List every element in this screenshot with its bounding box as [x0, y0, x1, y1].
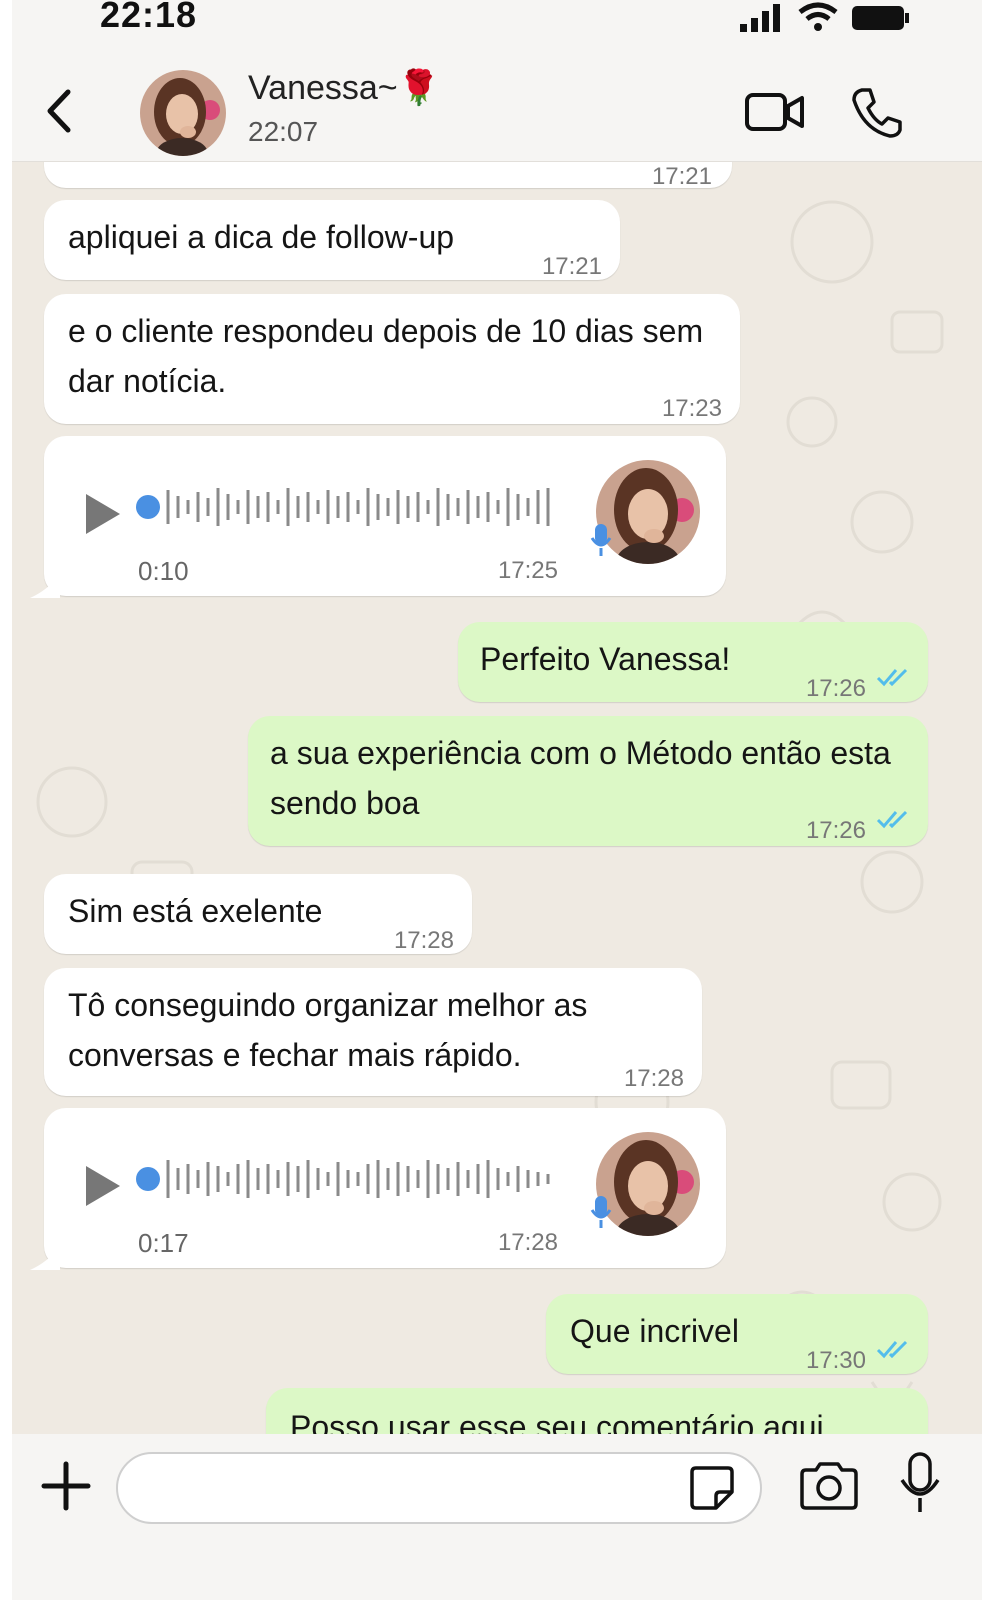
attach-plus-button[interactable] [38, 1458, 94, 1514]
battery-icon [852, 6, 909, 30]
chat-header: Vanessa~🌹 22:07 [12, 38, 982, 162]
voice-message-incoming[interactable]: 0:17 17:28 [30, 1108, 726, 1270]
message-time: 17:28 [623, 1065, 684, 1092]
audio-waveform[interactable] [136, 1154, 556, 1204]
voice-duration: 0:10 [138, 556, 189, 586]
voice-call-button[interactable] [850, 86, 902, 140]
contact-name[interactable]: Vanessa~🌹 [248, 68, 440, 108]
message-bubble-outgoing[interactable]: Perfeito Vanessa! 17:26 [458, 622, 928, 702]
bubble-tail [30, 1246, 60, 1270]
play-button[interactable] [82, 1164, 122, 1208]
microphone-button[interactable] [898, 1452, 942, 1514]
audio-waveform[interactable] [136, 482, 556, 532]
message-time: 17:28 [497, 1229, 558, 1256]
status-bar: 22:18 [12, 0, 982, 38]
chat-body[interactable]: 17:21 apliquei a dica de follow-up 17:21… [12, 162, 982, 1434]
message-input-bar [12, 1434, 982, 1600]
voice-message-incoming[interactable]: 0:10 17:25 [30, 436, 726, 598]
message-bubble-outgoing[interactable]: Posso usar esse seu comentário aqui [266, 1388, 928, 1434]
message-bubble-incoming[interactable]: apliquei a dica de follow-up 17:21 [44, 200, 620, 280]
message-time: 17:25 [497, 557, 558, 584]
message-input[interactable] [116, 1452, 762, 1524]
message-time: 17:21 [651, 163, 712, 190]
message-time: 17:26 [805, 675, 866, 702]
message-time: 17:30 [805, 1347, 866, 1374]
read-receipt-icon [876, 810, 908, 829]
voice-mic-icon [590, 1196, 612, 1228]
message-time: 17:21 [541, 253, 602, 280]
wifi-icon [798, 2, 838, 31]
camera-button[interactable] [798, 1458, 860, 1514]
contact-last-seen: 22:07 [248, 116, 319, 147]
message-time: 17:23 [661, 395, 722, 422]
signal-icon [740, 4, 780, 32]
message-text: Posso usar esse seu comentário aqui [290, 1409, 824, 1434]
message-text: apliquei a dica de follow-up [68, 219, 455, 255]
message-text: e o cliente respondeu depois de 10 dias … [68, 313, 704, 399]
voice-duration: 0:17 [138, 1228, 189, 1258]
message-bubble-incoming[interactable]: Tô conseguindo organizar melhor as conve… [44, 968, 702, 1096]
message-bubble-incoming[interactable]: Sim está exelente 17:28 [44, 874, 472, 954]
message-bubble-incoming[interactable]: e o cliente respondeu depois de 10 dias … [44, 294, 740, 424]
message-bubble-outgoing[interactable]: Que incrivel 17:30 [546, 1294, 928, 1374]
message-time: 17:26 [805, 817, 866, 844]
sticker-button[interactable] [688, 1464, 736, 1512]
video-call-button[interactable] [744, 90, 806, 134]
voice-mic-icon [590, 524, 612, 556]
read-receipt-icon [876, 1340, 908, 1359]
contact-avatar[interactable] [140, 70, 226, 156]
read-receipt-icon [876, 668, 908, 687]
play-button[interactable] [82, 492, 122, 536]
status-time: 22:18 [100, 0, 198, 35]
phone-screen: 22:18 Vanessa~🌹 22:07 17:21 apliquei a d… [12, 0, 982, 1600]
bubble-tail [30, 574, 60, 598]
back-button[interactable] [38, 86, 78, 136]
message-bubble-outgoing[interactable]: a sua experiência com o Método então est… [248, 716, 928, 846]
message-text: Tô conseguindo organizar melhor as conve… [68, 987, 588, 1073]
status-icons [740, 2, 910, 32]
message-bubble-partial[interactable]: 17:21 [44, 162, 732, 190]
message-time: 17:28 [393, 927, 454, 954]
